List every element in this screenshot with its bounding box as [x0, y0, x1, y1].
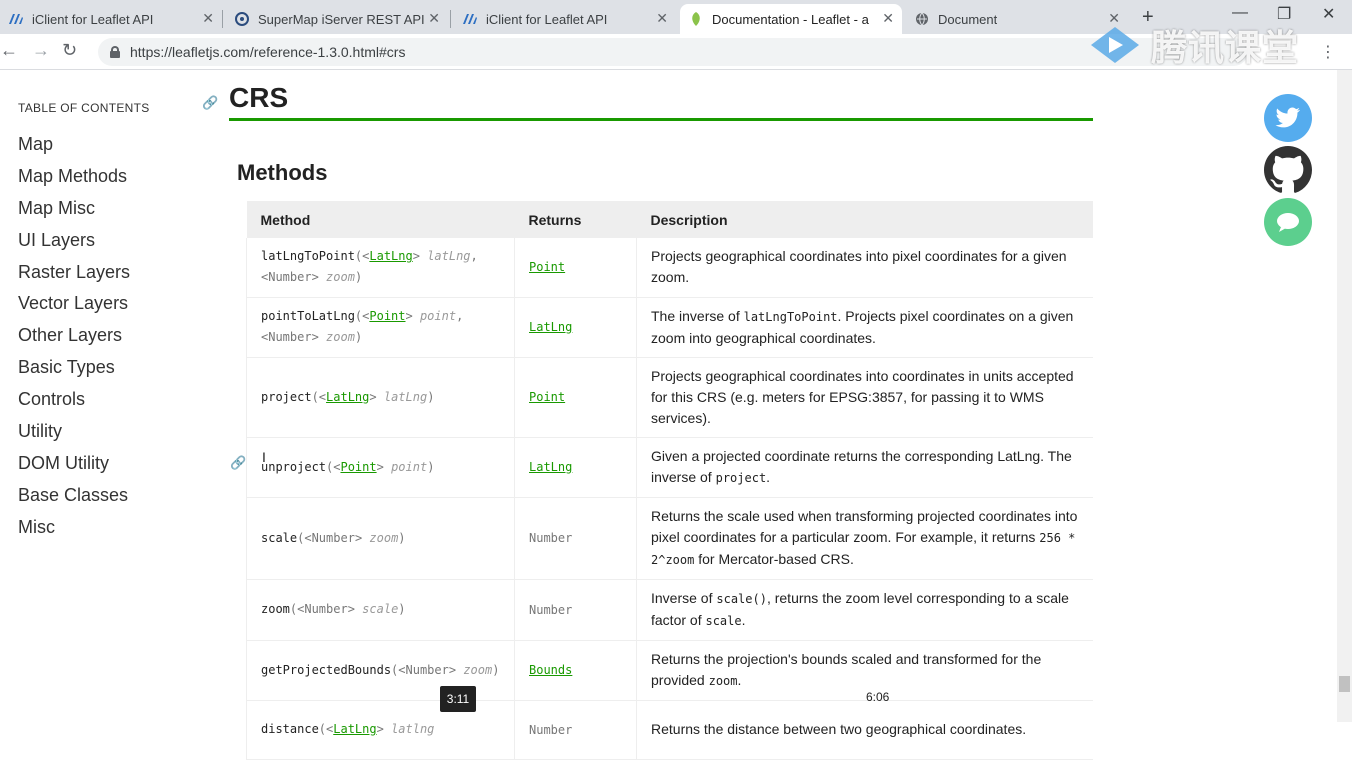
video-duration: 6:06: [866, 690, 890, 704]
close-tab-icon[interactable]: ✕: [656, 10, 668, 27]
description-cell: Inverse of scale(), returns the zoom lev…: [636, 579, 1093, 641]
return-cell: Number: [514, 579, 637, 641]
forward-arrow-icon[interactable]: →: [32, 40, 50, 61]
toc-list: Map Map Methods Map Misc UI Layers Raste…: [18, 130, 130, 545]
tab-separator: [222, 10, 223, 28]
table-row: zoom(<Number> scale) Number Inverse of s…: [246, 579, 1093, 641]
description-cell: Returns the distance between two geograp…: [636, 700, 1093, 760]
section-title: CRS: [229, 82, 289, 113]
watermark-text: 腾讯课堂: [1151, 27, 1300, 68]
reload-icon[interactable]: ↻: [62, 40, 77, 61]
window-close-button[interactable]: ✕: [1322, 4, 1335, 24]
table-row: distance(<LatLng> latlng Number Returns …: [246, 700, 1093, 760]
type-link[interactable]: LatLng: [326, 390, 369, 404]
method-signature: latLngToPoint(<LatLng> latLng, <Number> …: [246, 238, 515, 298]
return-cell: Bounds: [514, 640, 637, 701]
header-method: Method: [246, 201, 515, 238]
header-returns: Returns: [514, 201, 637, 238]
scrollbar-thumb[interactable]: [1339, 676, 1350, 692]
iclient-icon: [462, 11, 478, 27]
tab-iclient-2[interactable]: iClient for Leaflet API ✕: [454, 4, 676, 34]
toc-item-map[interactable]: Map: [18, 130, 130, 162]
subsection-title: Methods: [237, 160, 328, 185]
toc-item-base-classes[interactable]: Base Classes: [18, 481, 130, 513]
tab-leaflet-docs[interactable]: Documentation - Leaflet - a ✕: [680, 4, 902, 34]
github-icon[interactable]: [1264, 146, 1312, 194]
table-row: latLngToPoint(<LatLng> latLng, <Number> …: [246, 238, 1093, 298]
globe-icon: [914, 11, 930, 27]
header-description: Description: [636, 201, 1093, 238]
method-signature: project(<LatLng> latLng): [246, 357, 515, 438]
menu-kebab-icon[interactable]: ⋮: [1320, 42, 1336, 62]
vertical-scrollbar[interactable]: [1337, 70, 1352, 722]
type-link[interactable]: LatLng: [333, 722, 376, 736]
tab-supermap[interactable]: SuperMap iServer REST API ✕: [226, 4, 448, 34]
anchor-link-icon[interactable]: 🔗: [202, 95, 218, 111]
back-arrow-icon[interactable]: ←: [0, 40, 18, 61]
description-cell: Returns the projection's bounds scaled a…: [636, 640, 1093, 701]
video-current-time: 3:11: [440, 686, 476, 712]
description-cell: Returns the scale used when transforming…: [636, 497, 1093, 580]
iclient-icon: [8, 11, 24, 27]
table-row: project(<LatLng> latLng) Point Projects …: [246, 357, 1093, 438]
method-signature: unproject(<Point> point): [246, 437, 515, 498]
toc-item-map-methods[interactable]: Map Methods: [18, 162, 130, 194]
description-cell: Projects geographical coordinates into p…: [636, 238, 1093, 298]
leaflet-icon: [688, 11, 704, 27]
type-link[interactable]: Point: [369, 309, 405, 323]
text-cursor-icon: I: [262, 449, 266, 465]
table-row: getProjectedBounds(<Number> zoom) Bounds…: [246, 640, 1093, 701]
return-cell: Point: [514, 357, 637, 438]
toc-item-basic-types[interactable]: Basic Types: [18, 353, 130, 385]
description-cell: Given a projected coordinate returns the…: [636, 437, 1093, 498]
toc-item-misc[interactable]: Misc: [18, 513, 130, 545]
return-cell: Number: [514, 700, 637, 760]
supermap-icon: [234, 11, 250, 27]
toc-item-utility[interactable]: Utility: [18, 417, 130, 449]
return-type-link[interactable]: LatLng: [529, 460, 572, 474]
return-cell: Number: [514, 497, 637, 580]
tab-iclient-1[interactable]: iClient for Leaflet API ✕: [0, 4, 222, 34]
close-tab-icon[interactable]: ✕: [882, 10, 894, 27]
toc-heading: TABLE OF CONTENTS: [18, 101, 150, 115]
close-tab-icon[interactable]: ✕: [428, 10, 440, 27]
table-row: pointToLatLng(<Point> point, <Number> zo…: [246, 297, 1093, 358]
method-signature: zoom(<Number> scale): [246, 579, 515, 641]
methods-table: Method Returns Description latLngToPoint…: [246, 201, 1093, 760]
table-row: unproject(<Point> point) LatLng Given a …: [246, 437, 1093, 498]
watermark-logo-icon: [1085, 21, 1145, 69]
table-row: scale(<Number> zoom) Number Returns the …: [246, 497, 1093, 580]
description-cell: The inverse of latLngToPoint. Projects p…: [636, 297, 1093, 358]
description-cell: Projects geographical coordinates into c…: [636, 357, 1093, 438]
watermark-overlay: 腾讯课堂: [1085, 20, 1305, 70]
close-tab-icon[interactable]: ✕: [202, 10, 214, 27]
lock-icon: [110, 46, 120, 58]
method-signature: pointToLatLng(<Point> point, <Number> zo…: [246, 297, 515, 358]
chat-icon[interactable]: [1264, 198, 1312, 246]
return-type-link[interactable]: Point: [529, 260, 565, 274]
address-bar[interactable]: https://leafletjs.com/reference-1.3.0.ht…: [98, 38, 1248, 66]
toc-item-dom-utility[interactable]: DOM Utility: [18, 449, 130, 481]
return-type-link[interactable]: LatLng: [529, 320, 572, 334]
type-link[interactable]: LatLng: [369, 249, 412, 263]
anchor-link-icon[interactable]: 🔗: [230, 455, 246, 471]
return-cell: Point: [514, 238, 637, 298]
toc-item-map-misc[interactable]: Map Misc: [18, 194, 130, 226]
method-signature: scale(<Number> zoom): [246, 497, 515, 580]
table-header-row: Method Returns Description: [246, 201, 1093, 238]
type-link[interactable]: Point: [340, 460, 376, 474]
toc-item-other-layers[interactable]: Other Layers: [18, 321, 130, 353]
toc-item-ui-layers[interactable]: UI Layers: [18, 226, 130, 258]
url-text: https://leafletjs.com/reference-1.3.0.ht…: [130, 44, 406, 60]
toc-item-controls[interactable]: Controls: [18, 385, 130, 417]
tab-separator: [450, 10, 451, 28]
return-type-link[interactable]: Bounds: [529, 663, 572, 677]
twitter-icon[interactable]: [1264, 94, 1312, 142]
heading-underline: [229, 118, 1093, 121]
return-cell: LatLng: [514, 297, 637, 358]
toc-item-raster-layers[interactable]: Raster Layers: [18, 258, 130, 290]
toc-item-vector-layers[interactable]: Vector Layers: [18, 289, 130, 321]
return-type-link[interactable]: Point: [529, 390, 565, 404]
return-cell: LatLng: [514, 437, 637, 498]
